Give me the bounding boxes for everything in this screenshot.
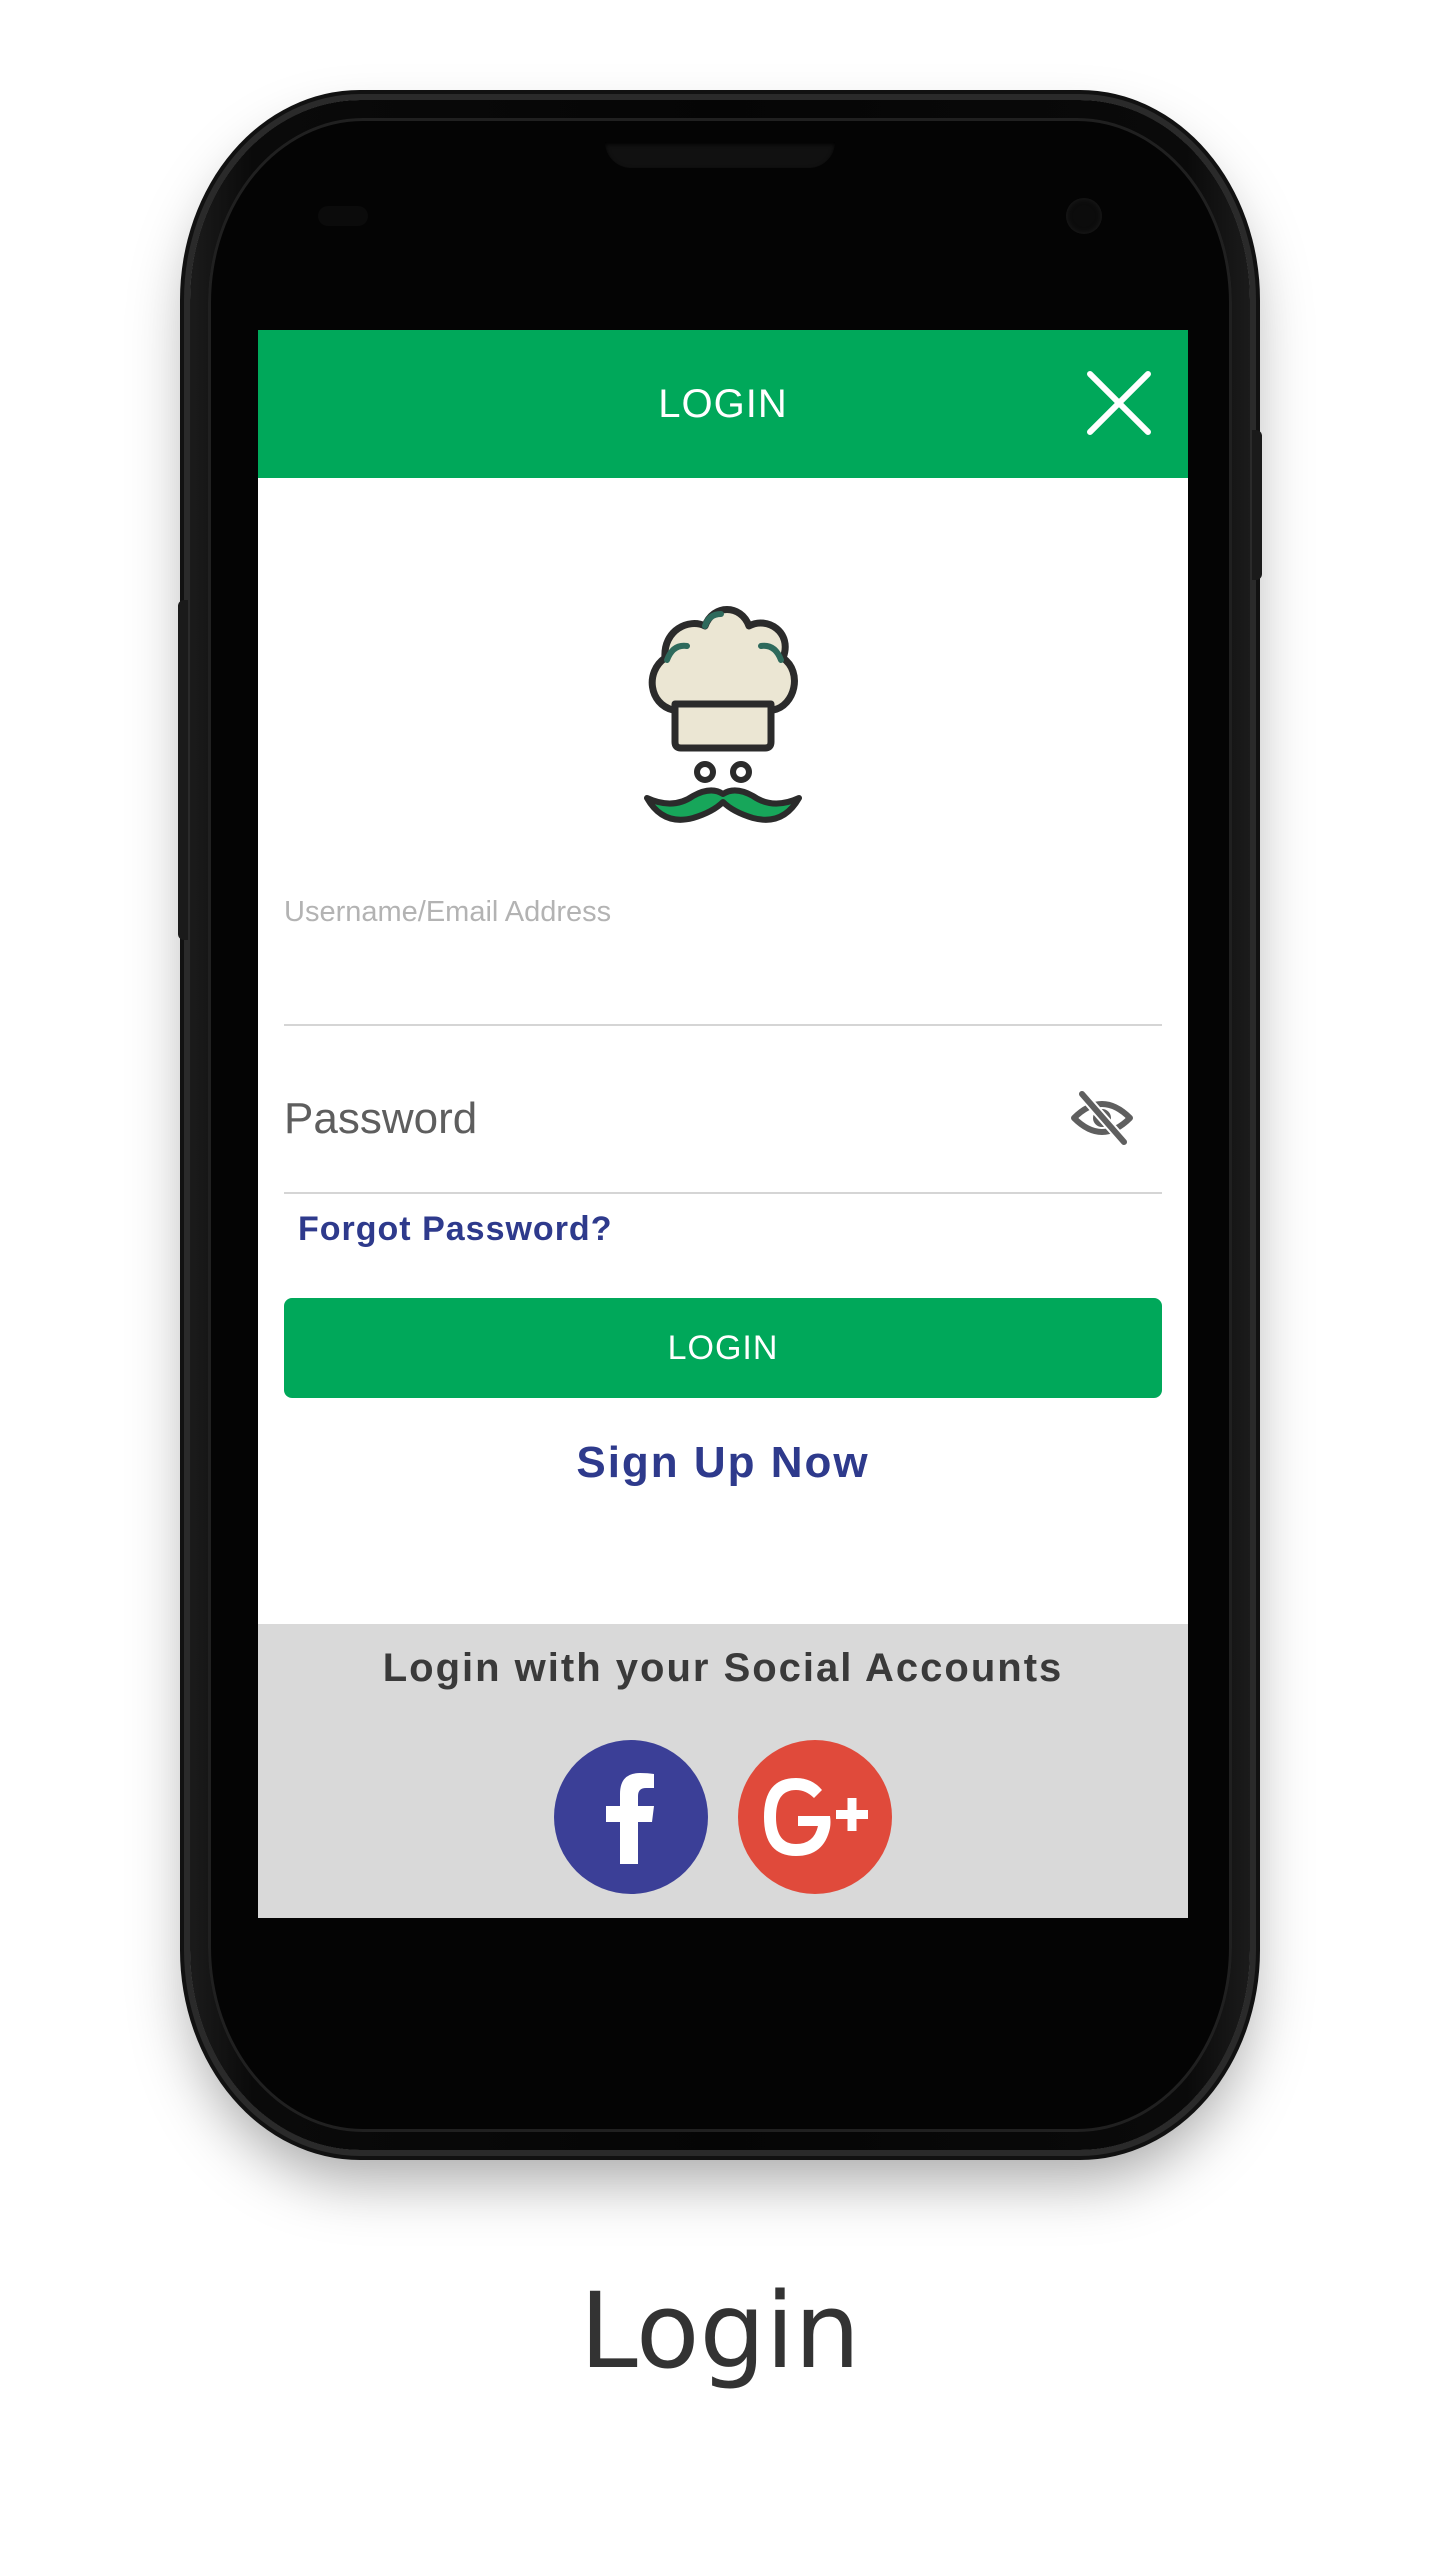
eye-off-icon: [1071, 1089, 1133, 1147]
close-button[interactable]: [1086, 370, 1152, 436]
toggle-password-visibility-button[interactable]: [1070, 1088, 1134, 1148]
password-input[interactable]: [284, 1046, 1162, 1194]
username-input[interactable]: [284, 930, 1162, 1026]
app-screen: LOGIN Username/Email Address Forgot Pass…: [258, 330, 1188, 1918]
google-plus-login-button[interactable]: [738, 1740, 892, 1894]
social-login-panel: Login with your Social Accounts: [258, 1624, 1188, 1918]
power-button: [1252, 430, 1262, 580]
close-icon: [1087, 371, 1151, 435]
forgot-password-link[interactable]: Forgot Password?: [298, 1210, 612, 1249]
facebook-login-button[interactable]: [554, 1740, 708, 1894]
social-login-title: Login with your Social Accounts: [382, 1646, 1064, 1690]
facebook-icon: [606, 1773, 654, 1864]
earpiece-speaker: [605, 142, 835, 168]
username-label: Username/Email Address: [284, 896, 612, 928]
google-plus-icon: [764, 1778, 868, 1856]
proximity-sensor: [318, 206, 368, 226]
chef-logo-icon: [644, 606, 802, 823]
page-title: LOGIN: [658, 382, 788, 426]
front-camera-icon: [1066, 198, 1102, 234]
app-bar: LOGIN: [258, 330, 1188, 478]
sign-up-link[interactable]: Sign Up Now: [258, 1438, 1188, 1488]
screen-caption: Login: [579, 2270, 861, 2392]
login-button[interactable]: LOGIN: [284, 1298, 1162, 1398]
volume-button: [178, 600, 188, 940]
